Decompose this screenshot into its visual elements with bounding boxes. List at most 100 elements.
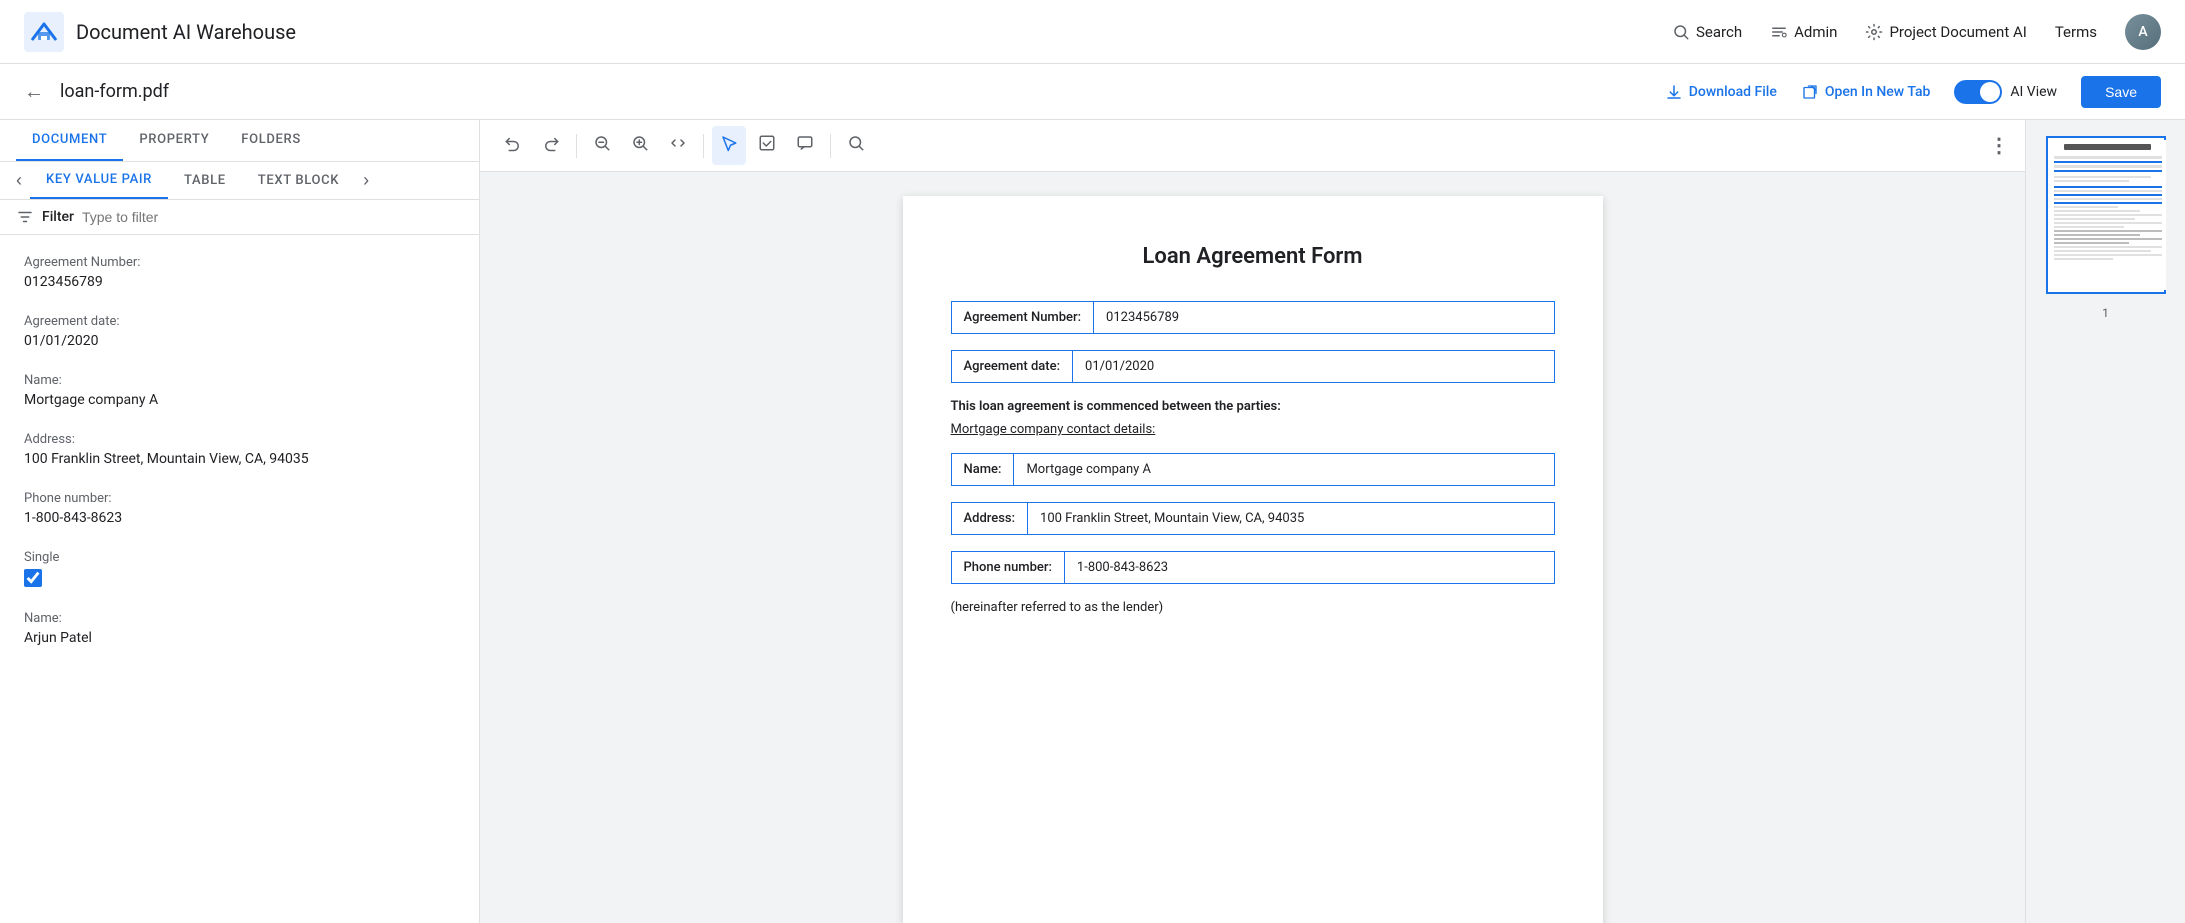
main-layout: DOCUMENT PROPERTY FOLDERS ‹ KEY VALUE PA… — [0, 120, 2185, 923]
thumbnail-container[interactable] — [2046, 136, 2166, 294]
download-icon — [1665, 83, 1683, 101]
undo-icon — [504, 134, 522, 152]
comment-button[interactable] — [788, 126, 822, 165]
project-label: Project Document AI — [1889, 23, 2026, 41]
doc-intro-section: This loan agreement is commenced between… — [951, 399, 1555, 437]
toolbar-sep-1 — [576, 134, 577, 158]
search-nav-item[interactable]: Search — [1672, 23, 1742, 41]
single-checkbox[interactable] — [24, 569, 42, 587]
filter-input[interactable] — [82, 209, 463, 225]
doc-viewer: Loan Agreement Form Agreement Number: 01… — [480, 172, 2025, 923]
kv-value-name-company: Mortgage company A — [24, 392, 455, 408]
doc-page: Loan Agreement Form Agreement Number: 01… — [903, 196, 1603, 923]
open-new-tab-label: Open In New Tab — [1825, 84, 1931, 100]
download-label: Download File — [1689, 84, 1777, 100]
ai-view-switch[interactable] — [1954, 80, 2002, 104]
logo-area: Document AI Warehouse — [24, 12, 1672, 52]
filter-icon — [16, 208, 34, 226]
kv-item-agreement-date: Agreement date: 01/01/2020 — [0, 302, 479, 361]
zoom-out-button[interactable] — [585, 126, 619, 165]
kv-value-agreement-number: 0123456789 — [24, 274, 455, 290]
right-panel: 1 — [2025, 120, 2185, 923]
app-title: Document AI Warehouse — [76, 20, 296, 44]
checkbox-button[interactable] — [750, 126, 784, 165]
sub-tab-text-block[interactable]: TEXT BLOCK — [242, 163, 355, 198]
app-logo-icon — [24, 12, 64, 52]
field-row-agreement-number: Agreement Number: 0123456789 — [951, 301, 1555, 334]
kv-item-phone: Phone number: 1-800-843-8623 — [0, 479, 479, 538]
save-button[interactable]: Save — [2081, 76, 2161, 108]
kv-key-name-company: Name: — [24, 373, 455, 388]
open-new-tab-icon — [1801, 83, 1819, 101]
gear-icon — [1865, 23, 1883, 41]
kv-item-name-person: Name: Arjun Patel — [0, 599, 479, 658]
nav-right: Search Admin Project Document AI Terms A — [1672, 14, 2161, 50]
back-button[interactable]: ← — [24, 79, 44, 104]
kv-key-agreement-number: Agreement Number: — [24, 255, 455, 270]
kv-checkbox-wrapper — [24, 569, 455, 587]
sub-tab-key-value-pair[interactable]: KEY VALUE PAIR — [30, 162, 168, 199]
kv-key-agreement-date: Agreement date: — [24, 314, 455, 329]
kv-item-address: Address: 100 Franklin Street, Mountain V… — [0, 420, 479, 479]
undo-button[interactable] — [496, 126, 530, 165]
sub-tab-prev-button[interactable]: ‹ — [8, 162, 30, 199]
toggle-knob — [1980, 82, 2000, 102]
sub-tab-table[interactable]: TABLE — [168, 163, 242, 198]
field-row-address: Address: 100 Franklin Street, Mountain V… — [951, 502, 1555, 535]
field-label-name: Name: — [952, 454, 1015, 485]
admin-label: Admin — [1794, 23, 1837, 41]
tab-property[interactable]: PROPERTY — [123, 120, 225, 161]
field-row-agreement-date: Agreement date: 01/01/2020 — [951, 350, 1555, 383]
code-view-button[interactable] — [661, 126, 695, 165]
kv-key-phone: Phone number: — [24, 491, 455, 506]
kv-value-agreement-date: 01/01/2020 — [24, 333, 455, 349]
filter-label: Filter — [42, 209, 74, 225]
doc-contact-section: Name: Mortgage company A Address: 100 Fr… — [951, 453, 1555, 584]
toolbar-sep-2 — [703, 134, 704, 158]
field-value-agreement-number: 0123456789 — [1094, 302, 1553, 333]
doc-title: Loan Agreement Form — [951, 244, 1555, 269]
toolbar-more-button[interactable]: ⋮ — [1989, 133, 2009, 158]
tab-document[interactable]: DOCUMENT — [16, 120, 123, 161]
kv-list: Agreement Number: 0123456789 Agreement d… — [0, 235, 479, 923]
select-button[interactable] — [712, 126, 746, 165]
search-label: Search — [1696, 23, 1742, 41]
ai-view-label: AI View — [2010, 84, 2057, 100]
kv-item-single: Single — [0, 538, 479, 599]
search-icon — [1672, 23, 1690, 41]
code-icon — [669, 134, 687, 152]
file-actions: Download File Open In New Tab AI View Sa… — [1665, 76, 2161, 108]
kv-item-name-company: Name: Mortgage company A — [0, 361, 479, 420]
kv-value-phone: 1-800-843-8623 — [24, 510, 455, 526]
open-new-tab-button[interactable]: Open In New Tab — [1801, 83, 1931, 101]
field-label-address: Address: — [952, 503, 1029, 534]
file-name: loan-form.pdf — [60, 81, 1665, 102]
kv-key-single: Single — [24, 550, 455, 565]
terms-nav-item[interactable]: Terms — [2055, 23, 2097, 41]
sub-tab-next-button[interactable]: › — [355, 162, 377, 199]
checkbox-icon — [758, 134, 776, 152]
center-area: ⋮ Loan Agreement Form Agreement Number: … — [480, 120, 2025, 923]
panel-tabs: DOCUMENT PROPERTY FOLDERS — [0, 120, 479, 162]
project-nav-item[interactable]: Project Document AI — [1865, 23, 2026, 41]
doc-intro-bold: This loan agreement is commenced between… — [951, 399, 1555, 414]
field-label-agreement-date: Agreement date: — [952, 351, 1074, 382]
field-label-phone: Phone number: — [952, 552, 1065, 583]
redo-button[interactable] — [534, 126, 568, 165]
toolbar-sep-3 — [830, 134, 831, 158]
doc-footer-note: (hereinafter referred to as the lender) — [951, 600, 1555, 615]
admin-icon — [1770, 23, 1788, 41]
avatar[interactable]: A — [2125, 14, 2161, 50]
kv-value-address: 100 Franklin Street, Mountain View, CA, … — [24, 451, 455, 467]
search-doc-icon — [847, 134, 865, 152]
doc-toolbar: ⋮ — [480, 120, 2025, 172]
download-file-button[interactable]: Download File — [1665, 83, 1777, 101]
search-doc-button[interactable] — [839, 126, 873, 165]
field-value-name: Mortgage company A — [1014, 454, 1553, 485]
admin-nav-item[interactable]: Admin — [1770, 23, 1837, 41]
tab-folders[interactable]: FOLDERS — [225, 120, 317, 161]
file-header: ← loan-form.pdf Download File Open In Ne… — [0, 64, 2185, 120]
top-nav: Document AI Warehouse Search Admin Pr — [0, 0, 2185, 64]
ai-view-toggle[interactable]: AI View — [1954, 80, 2057, 104]
zoom-in-button[interactable] — [623, 126, 657, 165]
